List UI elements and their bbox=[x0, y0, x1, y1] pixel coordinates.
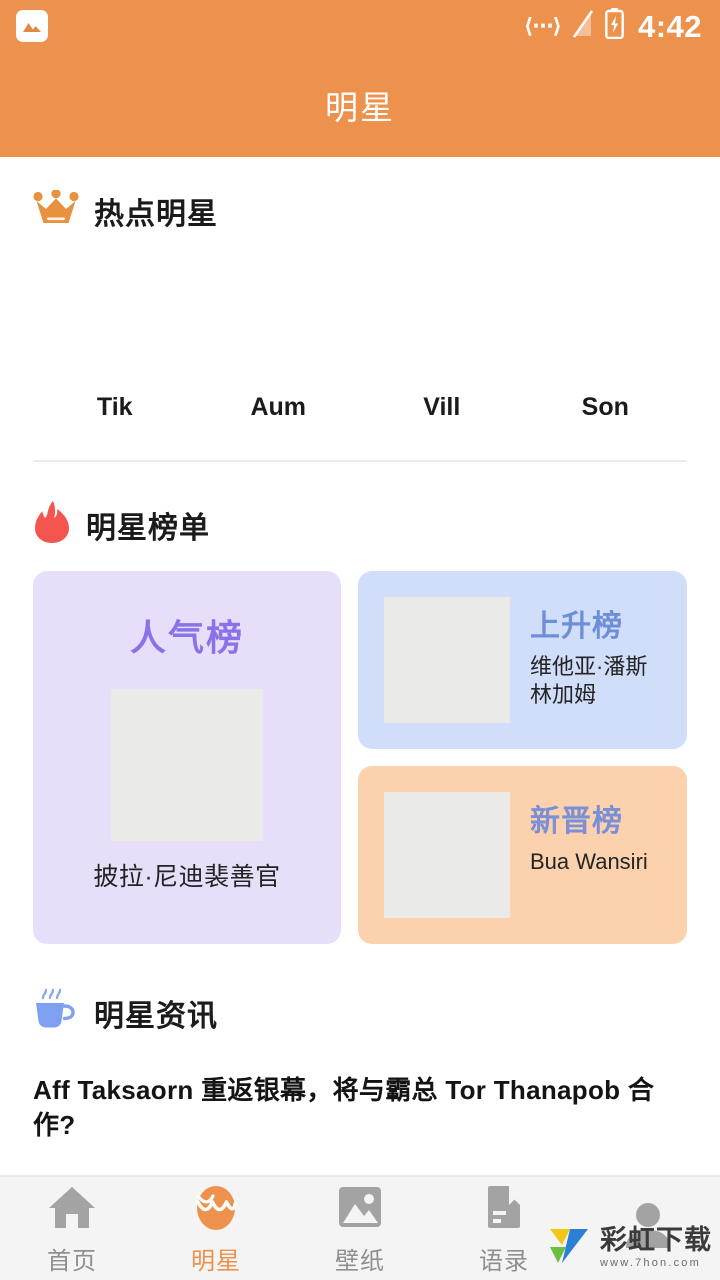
coffee-icon bbox=[33, 988, 79, 1037]
hot-stars-list: Tik Aum Vill Son bbox=[0, 255, 720, 422]
rankings-header: 明星榜单 bbox=[0, 500, 720, 549]
hot-star-avatar bbox=[215, 255, 341, 381]
ranking-card-name: 披拉·尼迪裴善官 bbox=[93, 863, 281, 891]
app-bar: 明星 bbox=[0, 52, 720, 157]
home-icon bbox=[46, 1181, 98, 1233]
news-list-item[interactable]: Aff Taksaorn 重返银幕，将与霸总 Tor Thanapob 合作? bbox=[0, 1073, 720, 1144]
hot-star-name: Aum bbox=[250, 393, 307, 421]
hot-star-item[interactable]: Aum bbox=[197, 255, 361, 422]
ranking-card-image bbox=[384, 597, 510, 723]
hot-star-item[interactable]: Son bbox=[524, 255, 688, 422]
news-header: 明星资讯 bbox=[0, 988, 720, 1037]
app-root: ⟨⋯⟩ 4:42 明星 热点明星 Tik Aum Vill Son 明星榜单 人… bbox=[0, 0, 720, 1280]
hot-stars-title: 热点明星 bbox=[94, 198, 218, 231]
image-icon bbox=[334, 1181, 386, 1233]
nav-label-home: 首页 bbox=[47, 1248, 97, 1275]
news-item-title: Aff Taksaorn 重返银幕，将与霸总 Tor Thanapob 合作? bbox=[33, 1075, 655, 1141]
nav-label-quotes: 语录 bbox=[479, 1248, 529, 1275]
status-bar-right: ⟨⋯⟩ 4:42 bbox=[524, 8, 702, 44]
hot-star-item[interactable]: Vill bbox=[360, 255, 524, 422]
watermark-name: 彩虹下载 bbox=[600, 1224, 712, 1255]
nav-item-home[interactable]: 首页 bbox=[0, 1181, 144, 1276]
ranking-card-title: 人气榜 bbox=[129, 617, 244, 658]
nav-label-wallpaper: 壁纸 bbox=[335, 1248, 385, 1275]
nav-item-wallpaper[interactable]: 壁纸 bbox=[288, 1181, 432, 1276]
ranking-card-newcomer[interactable]: 新晋榜 Bua Wansiri bbox=[358, 766, 687, 944]
photo-icon bbox=[16, 10, 48, 42]
ranking-card-image bbox=[111, 689, 263, 841]
rankings-title: 明星榜单 bbox=[86, 511, 210, 545]
hot-stars-section: 热点明星 Tik Aum Vill Son bbox=[0, 188, 720, 462]
star-egg-icon bbox=[190, 1181, 242, 1233]
ranking-card-rising[interactable]: 上升榜 维他亚·潘斯林加姆 bbox=[358, 571, 687, 749]
hot-star-name: Son bbox=[581, 393, 629, 421]
hot-star-item[interactable]: Tik bbox=[33, 255, 197, 422]
ranking-card-title: 新晋榜 bbox=[530, 805, 623, 838]
hot-star-avatar bbox=[542, 255, 668, 381]
ranking-card-name: 维他亚·潘斯林加姆 bbox=[530, 654, 648, 708]
ranking-card-info: 上升榜 维他亚·潘斯林加姆 bbox=[530, 597, 665, 723]
hot-star-avatar bbox=[52, 255, 178, 381]
ranking-card-title: 上升榜 bbox=[530, 610, 623, 643]
watermark-url: www.7hon.com bbox=[600, 1256, 701, 1269]
battery-charging-icon bbox=[605, 8, 624, 44]
ranking-card-name: Bua Wansiri bbox=[530, 849, 648, 874]
section-divider bbox=[33, 460, 687, 462]
page-title: 明星 bbox=[325, 88, 395, 126]
rankings-section: 明星榜单 人气榜 披拉·尼迪裴善官 上升榜 维他亚·潘斯林加姆 新晋榜 Bua … bbox=[0, 500, 720, 944]
watermark-text: 彩虹下载 www.7hon.com bbox=[600, 1224, 712, 1269]
hot-star-name: Vill bbox=[423, 393, 461, 421]
fire-icon bbox=[33, 500, 71, 549]
main-content: 热点明星 Tik Aum Vill Son 明星榜单 人气榜 披拉·尼迪裴善官 … bbox=[0, 157, 720, 1175]
developer-mode-icon: ⟨⋯⟩ bbox=[523, 14, 562, 38]
book-icon bbox=[478, 1181, 530, 1233]
status-bar: ⟨⋯⟩ 4:42 bbox=[0, 0, 720, 52]
nav-item-star[interactable]: 明星 bbox=[144, 1181, 288, 1276]
ranking-card-info: 新晋榜 Bua Wansiri bbox=[530, 792, 648, 918]
news-title: 明星资讯 bbox=[94, 999, 218, 1033]
status-bar-clock: 4:42 bbox=[637, 8, 702, 44]
watermark: 彩虹下载 www.7hon.com bbox=[548, 1223, 712, 1272]
nav-label-star: 明星 bbox=[191, 1248, 241, 1275]
status-bar-left bbox=[16, 10, 48, 42]
ranking-card-image bbox=[384, 792, 510, 918]
crown-icon bbox=[33, 188, 79, 233]
hot-star-avatar bbox=[379, 255, 505, 381]
news-section: 明星资讯 Aff Taksaorn 重返银幕，将与霸总 Tor Thanapob… bbox=[0, 988, 720, 1144]
rankings-right-column: 上升榜 维他亚·潘斯林加姆 新晋榜 Bua Wansiri bbox=[358, 571, 687, 944]
signal-off-icon bbox=[572, 9, 594, 44]
ranking-card-popularity[interactable]: 人气榜 披拉·尼迪裴善官 bbox=[33, 571, 341, 944]
hot-star-name: Tik bbox=[96, 393, 133, 421]
hot-stars-header: 热点明星 bbox=[0, 188, 720, 233]
rankings-grid: 人气榜 披拉·尼迪裴善官 上升榜 维他亚·潘斯林加姆 新晋榜 Bua Wansi… bbox=[0, 571, 720, 944]
rainbow-logo-icon bbox=[548, 1223, 592, 1272]
